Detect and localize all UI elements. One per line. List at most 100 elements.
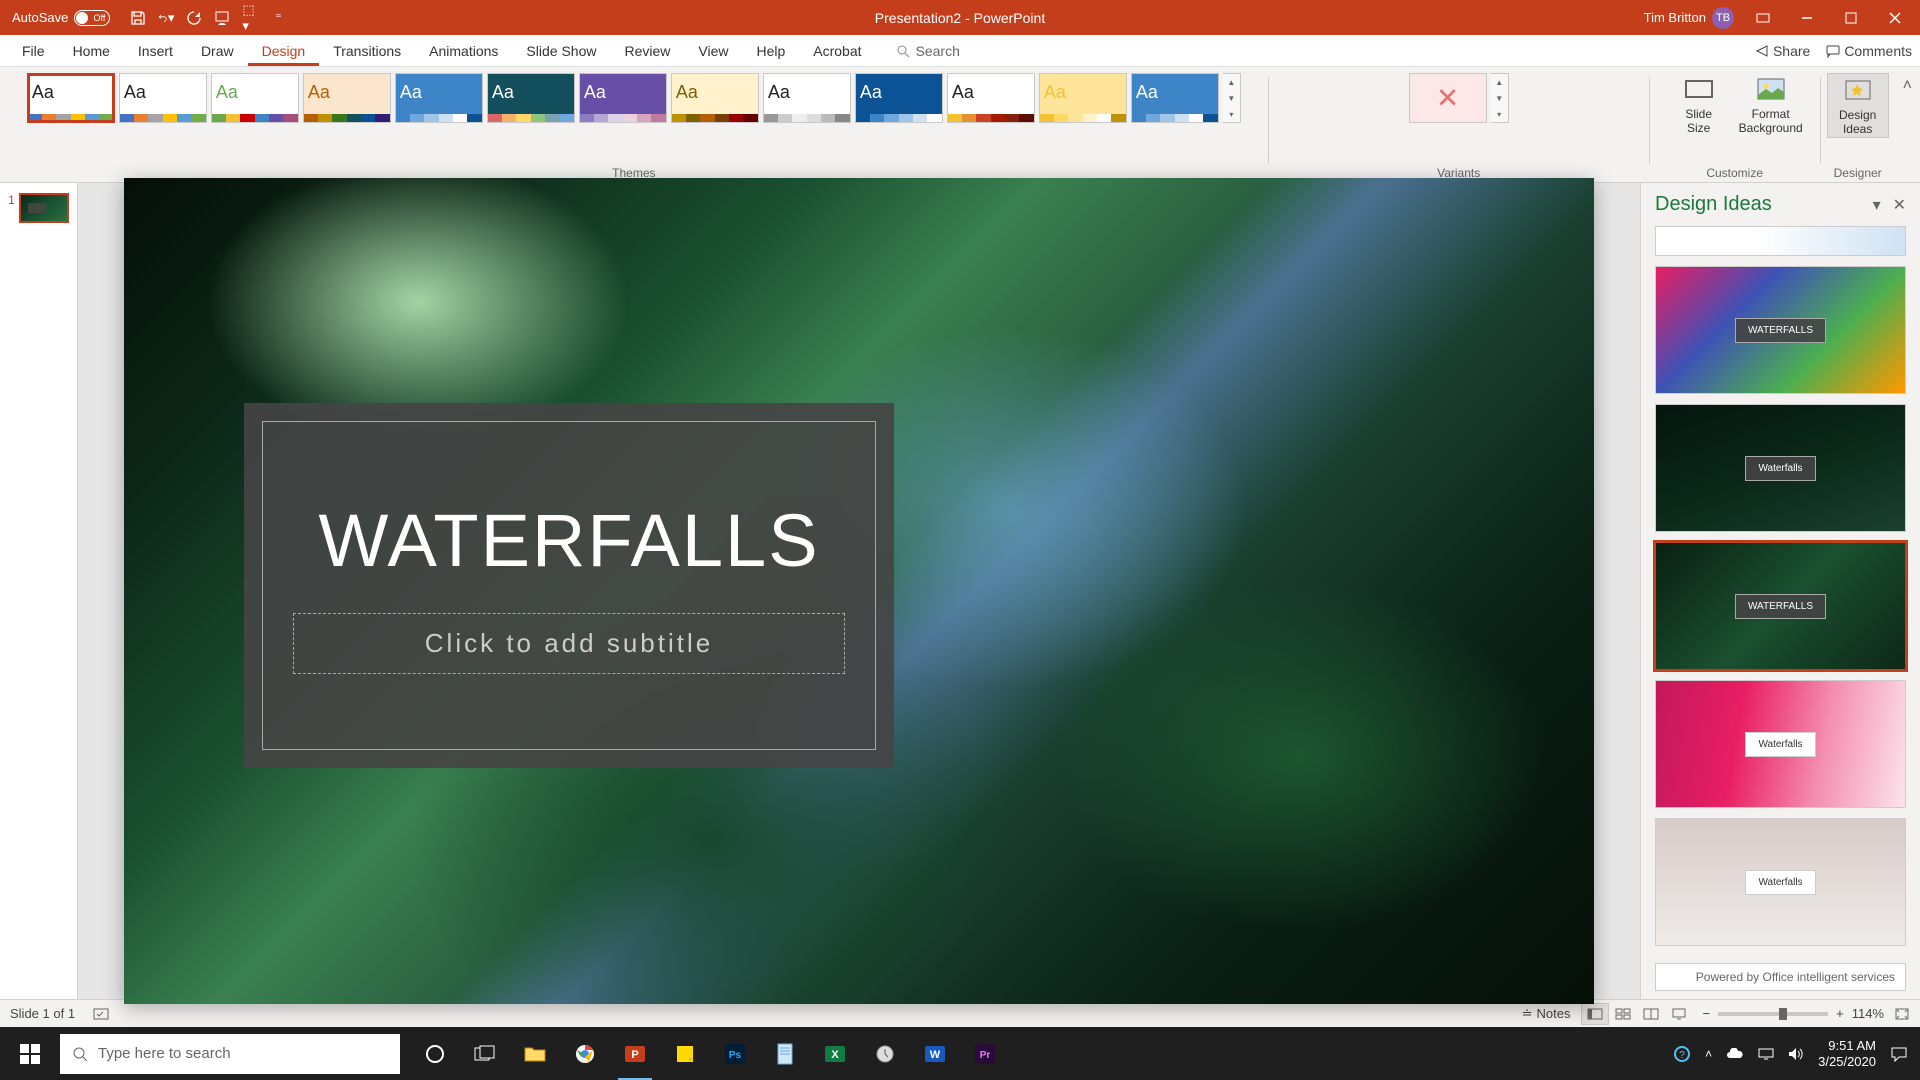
chrome-icon[interactable] bbox=[560, 1027, 610, 1080]
sticky-notes-icon[interactable] bbox=[660, 1027, 710, 1080]
theme-thumb[interactable]: Aa bbox=[119, 73, 207, 123]
meet-now-icon[interactable]: ? bbox=[1673, 1045, 1691, 1063]
design-ideas-button[interactable]: Design Ideas bbox=[1827, 73, 1889, 138]
slide-count[interactable]: Slide 1 of 1 bbox=[10, 1006, 75, 1021]
reading-view-button[interactable] bbox=[1637, 1003, 1665, 1025]
premiere-icon[interactable]: Pr bbox=[960, 1027, 1010, 1080]
theme-aa-label: Aa bbox=[1136, 82, 1158, 103]
autosave-control[interactable]: AutoSave Off bbox=[12, 10, 110, 26]
notes-button[interactable]: ≐ Notes bbox=[1522, 1006, 1571, 1022]
ribbon-display-options-icon[interactable] bbox=[1748, 3, 1778, 33]
theme-thumb[interactable]: Aa bbox=[763, 73, 851, 123]
cortana-icon[interactable] bbox=[410, 1027, 460, 1080]
fit-to-window-button[interactable] bbox=[1894, 1007, 1910, 1021]
theme-thumb[interactable]: Aa bbox=[1131, 73, 1219, 123]
theme-thumb[interactable]: Aa bbox=[1039, 73, 1127, 123]
task-view-icon[interactable] bbox=[460, 1027, 510, 1080]
slide-size-button[interactable]: Slide Size bbox=[1668, 73, 1730, 136]
theme-thumb[interactable]: Aa bbox=[303, 73, 391, 123]
pane-close-icon[interactable]: ✕ bbox=[1893, 195, 1906, 215]
format-background-button[interactable]: Format Background bbox=[1740, 73, 1802, 136]
zoom-slider[interactable] bbox=[1718, 1012, 1828, 1016]
design-idea-item[interactable]: Waterfalls bbox=[1655, 818, 1906, 946]
zoom-in-button[interactable]: + bbox=[1836, 1006, 1844, 1021]
powerpoint-icon[interactable]: P bbox=[610, 1027, 660, 1080]
taskbar-search[interactable]: Type here to search bbox=[60, 1034, 400, 1074]
file-explorer-icon[interactable] bbox=[510, 1027, 560, 1080]
theme-thumb[interactable]: Aa bbox=[487, 73, 575, 123]
design-idea-item[interactable]: Waterfalls bbox=[1655, 680, 1906, 808]
theme-thumb[interactable]: Aa bbox=[27, 73, 115, 123]
variant-thumb[interactable] bbox=[1409, 73, 1487, 123]
network-icon[interactable] bbox=[1758, 1047, 1774, 1061]
slide-title-text[interactable]: WATERFALLS bbox=[318, 498, 819, 583]
slide-thumbnails-panel: 1 bbox=[0, 183, 78, 999]
theme-thumb[interactable]: Aa bbox=[579, 73, 667, 123]
theme-thumb[interactable]: Aa bbox=[855, 73, 943, 123]
tab-slideshow[interactable]: Slide Show bbox=[512, 35, 610, 66]
maximize-button[interactable] bbox=[1836, 3, 1866, 33]
share-button[interactable]: Share bbox=[1755, 43, 1810, 59]
theme-thumb[interactable]: Aa bbox=[671, 73, 759, 123]
design-idea-item[interactable]: Waterfalls bbox=[1655, 404, 1906, 532]
redo-icon[interactable] bbox=[186, 10, 202, 26]
autosave-toggle[interactable]: Off bbox=[74, 10, 110, 26]
zoom-level[interactable]: 114% bbox=[1852, 1006, 1884, 1021]
touch-mode-icon[interactable]: ⬚ ▾ bbox=[242, 10, 258, 26]
tab-transitions[interactable]: Transitions bbox=[319, 35, 415, 66]
minimize-button[interactable] bbox=[1792, 3, 1822, 33]
design-idea-item[interactable]: WATERFALLS bbox=[1655, 542, 1906, 670]
subtitle-placeholder[interactable]: Click to add subtitle bbox=[293, 613, 845, 674]
tray-expand-icon[interactable]: ˄ bbox=[1705, 1047, 1712, 1061]
zoom-slider-thumb[interactable] bbox=[1779, 1008, 1787, 1020]
normal-view-button[interactable] bbox=[1581, 1003, 1609, 1025]
slide-thumbnail-1[interactable]: 1 bbox=[8, 193, 69, 223]
search-box[interactable]: Search bbox=[896, 43, 960, 59]
word-icon[interactable]: W bbox=[910, 1027, 960, 1080]
notepad-icon[interactable] bbox=[760, 1027, 810, 1080]
onedrive-icon[interactable] bbox=[1726, 1048, 1744, 1060]
theme-thumb[interactable]: Aa bbox=[947, 73, 1035, 123]
qat-more-icon[interactable]: ⁼ bbox=[270, 10, 286, 26]
design-ideas-list: WATERFALLSWaterfallsWATERFALLSWaterfalls… bbox=[1641, 226, 1920, 959]
slide-thumbnail-image bbox=[19, 193, 69, 223]
tab-view[interactable]: View bbox=[684, 35, 742, 66]
title-placeholder-box[interactable]: WATERFALLS Click to add subtitle bbox=[244, 403, 894, 768]
clock-icon[interactable] bbox=[860, 1027, 910, 1080]
slide-sorter-button[interactable] bbox=[1609, 1003, 1637, 1025]
design-idea-item[interactable] bbox=[1655, 226, 1906, 256]
user-account[interactable]: Tim Britton TB bbox=[1644, 7, 1734, 29]
volume-icon[interactable] bbox=[1788, 1047, 1804, 1061]
tab-review[interactable]: Review bbox=[610, 35, 684, 66]
save-icon[interactable] bbox=[130, 10, 146, 26]
tab-animations[interactable]: Animations bbox=[415, 35, 512, 66]
start-button[interactable] bbox=[0, 1027, 60, 1080]
slide-canvas[interactable]: WATERFALLS Click to add subtitle bbox=[124, 178, 1594, 1004]
photoshop-icon[interactable]: Ps bbox=[710, 1027, 760, 1080]
action-center-icon[interactable] bbox=[1890, 1046, 1908, 1062]
tab-draw[interactable]: Draw bbox=[187, 35, 248, 66]
excel-icon[interactable]: X bbox=[810, 1027, 860, 1080]
from-beginning-icon[interactable] bbox=[214, 10, 230, 26]
undo-icon[interactable]: ▾ bbox=[158, 10, 174, 26]
tab-insert[interactable]: Insert bbox=[124, 35, 187, 66]
tab-design[interactable]: Design bbox=[248, 35, 320, 66]
spellcheck-icon[interactable] bbox=[93, 1006, 109, 1022]
close-button[interactable] bbox=[1880, 3, 1910, 33]
tab-help[interactable]: Help bbox=[742, 35, 799, 66]
themes-more-button[interactable]: ▲▼▾ bbox=[1223, 73, 1241, 123]
comments-button[interactable]: Comments bbox=[1826, 43, 1912, 59]
theme-thumb[interactable]: Aa bbox=[211, 73, 299, 123]
zoom-out-button[interactable]: − bbox=[1703, 1006, 1711, 1021]
theme-thumb[interactable]: Aa bbox=[395, 73, 483, 123]
pane-options-icon[interactable]: ▾ bbox=[1873, 195, 1881, 215]
design-ideas-title: Design Ideas bbox=[1655, 193, 1772, 216]
collapse-ribbon-button[interactable]: ˄ bbox=[1895, 73, 1920, 99]
taskbar-clock[interactable]: 9:51 AM 3/25/2020 bbox=[1818, 1038, 1876, 1069]
tab-acrobat[interactable]: Acrobat bbox=[799, 35, 875, 66]
tab-file[interactable]: File bbox=[8, 35, 59, 66]
variants-more-button[interactable]: ▲▼▾ bbox=[1491, 73, 1509, 123]
design-idea-item[interactable]: WATERFALLS bbox=[1655, 266, 1906, 394]
slideshow-view-button[interactable] bbox=[1665, 1003, 1693, 1025]
tab-home[interactable]: Home bbox=[59, 35, 124, 66]
